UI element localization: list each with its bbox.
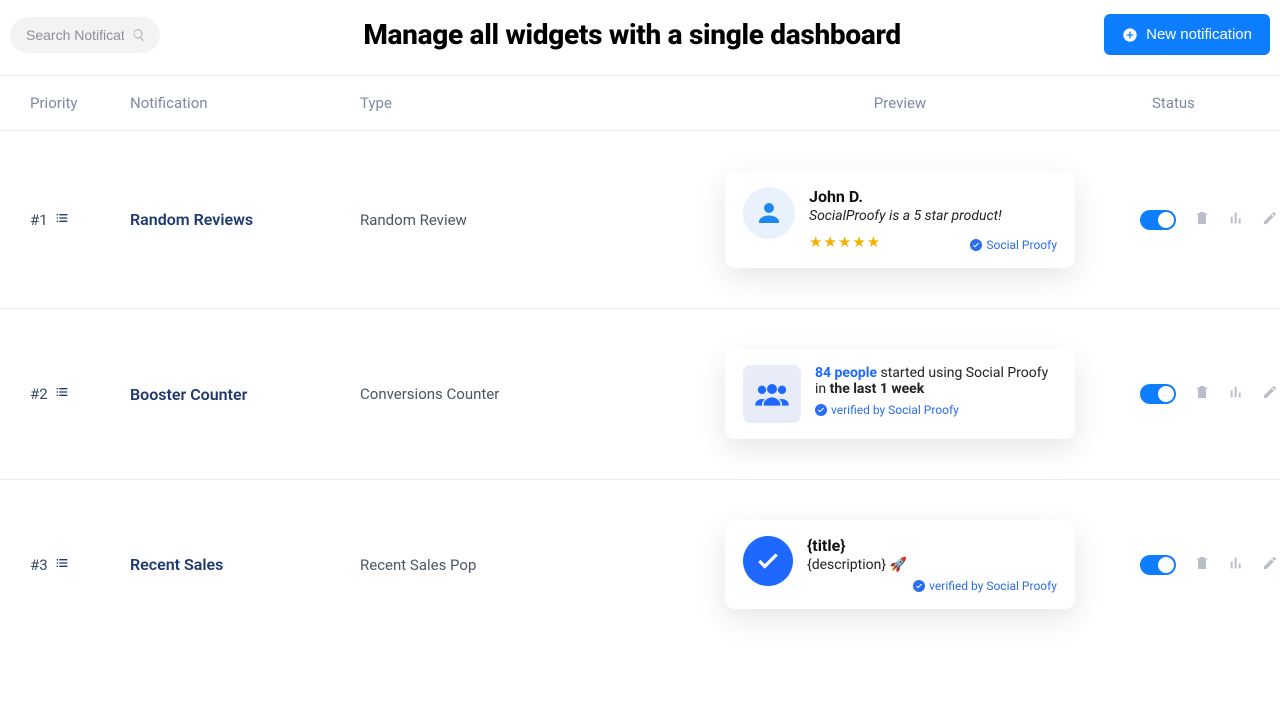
priority-cell: #1 [30,210,130,230]
counter-preview-card: 84 people started using Social Proofy in… [725,349,1075,439]
stats-icon[interactable] [1228,555,1244,575]
priority-value: #3 [30,556,48,574]
notification-type: Conversions Counter [360,385,660,403]
check-badge-icon [815,404,827,416]
review-preview-card: John D. SocialProofy is a 5 star product… [725,171,1075,268]
star-rating: ★★★★★ [809,233,881,251]
sales-description: {description} 🚀 [807,557,1057,573]
drag-handle-icon[interactable] [54,210,70,230]
sales-title: {title} [807,536,1057,555]
table-row: #1 Random Reviews Random Review John D. … [0,131,1280,309]
status-toggle[interactable] [1140,210,1176,230]
search-icon [132,28,146,42]
check-badge-icon [970,239,982,251]
preview-cell: John D. SocialProofy is a 5 star product… [660,171,1140,268]
notification-name[interactable]: Random Reviews [130,210,360,229]
status-cell [1140,210,1280,230]
drag-handle-icon[interactable] [54,555,70,575]
people-icon [743,365,801,423]
review-text: SocialProofy is a 5 star product! [809,208,1057,224]
notification-name[interactable]: Booster Counter [130,385,360,404]
avatar-icon [743,187,795,239]
plus-circle-icon [1122,27,1138,43]
table-row: #2 Booster Counter Conversions Counter 8… [0,309,1280,480]
status-cell [1140,384,1280,404]
sales-preview-card: {title} {description} 🚀 verified by Soci… [725,520,1075,609]
topbar: Manage all widgets with a single dashboa… [0,0,1280,75]
counter-text: 84 people started using Social Proofy in… [815,365,1057,397]
notification-type: Random Review [360,211,660,229]
priority-cell: #2 [30,384,130,404]
notification-name[interactable]: Recent Sales [130,555,360,574]
notification-type: Recent Sales Pop [360,556,660,574]
table-header: Priority Notification Type Preview Statu… [0,76,1280,131]
edit-icon[interactable] [1262,384,1278,404]
stats-icon[interactable] [1228,210,1244,230]
delete-icon[interactable] [1194,384,1210,404]
col-notification: Notification [130,94,360,112]
col-preview: Preview [660,94,1140,112]
verified-badge: verified by Social Proofy [807,579,1057,593]
new-notification-label: New notification [1146,26,1252,43]
page-title: Manage all widgets with a single dashboa… [180,18,1084,51]
preview-cell: 84 people started using Social Proofy in… [660,349,1140,439]
table-row: #3 Recent Sales Recent Sales Pop {title}… [0,480,1280,649]
checkmark-icon [743,536,793,586]
delete-icon[interactable] [1194,555,1210,575]
edit-icon[interactable] [1262,210,1278,230]
priority-value: #1 [30,211,48,229]
status-toggle[interactable] [1140,555,1176,575]
priority-cell: #3 [30,555,130,575]
new-notification-button[interactable]: New notification [1104,14,1270,55]
col-priority: Priority [30,94,130,112]
drag-handle-icon[interactable] [54,384,70,404]
verified-badge: verified by Social Proofy [815,403,1057,417]
brand-badge: Social Proofy [970,238,1057,252]
status-cell [1140,555,1280,575]
col-status: Status [1140,94,1280,112]
priority-value: #2 [30,385,48,403]
preview-cell: {title} {description} 🚀 verified by Soci… [660,520,1140,609]
stats-icon[interactable] [1228,384,1244,404]
check-badge-icon [913,580,925,592]
status-toggle[interactable] [1140,384,1176,404]
review-name: John D. [809,187,1057,206]
search-wrap [10,17,160,53]
delete-icon[interactable] [1194,210,1210,230]
notifications-table: Priority Notification Type Preview Statu… [0,75,1280,649]
col-type: Type [360,94,660,112]
edit-icon[interactable] [1262,555,1278,575]
